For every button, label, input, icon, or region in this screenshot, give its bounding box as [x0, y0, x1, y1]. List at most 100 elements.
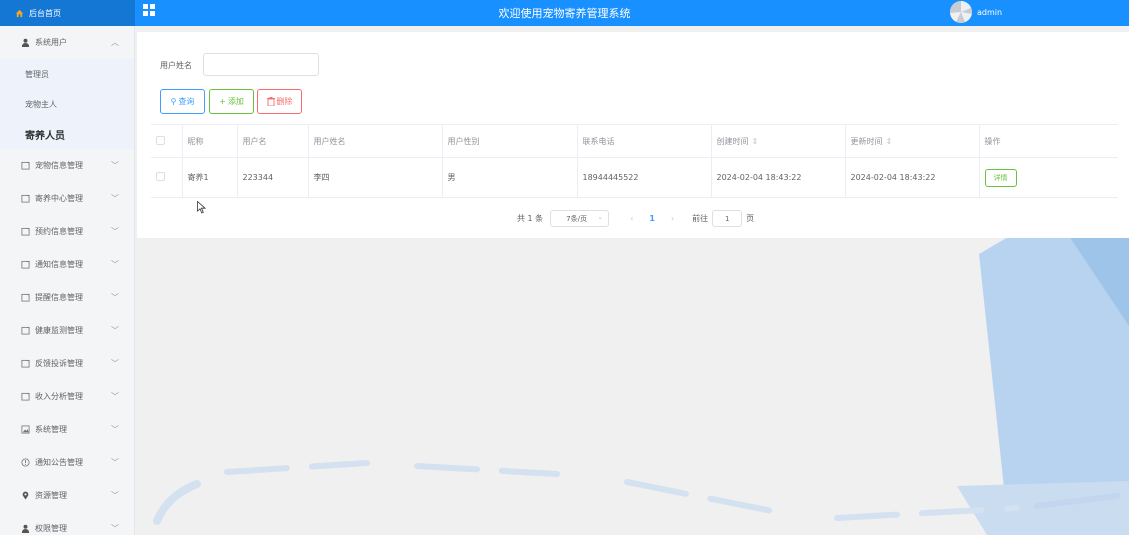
menu-group-label: 资源管理 — [35, 491, 67, 500]
row-select-cell — [151, 157, 183, 198]
column-header-updated[interactable]: 更新时间 ⇕ — [845, 124, 980, 158]
menu-group-resource[interactable]: 资源管理 ﹀ — [0, 479, 134, 512]
menu-group-label: 收入分析管理 — [35, 392, 83, 401]
chevron-down-icon: ﹀ — [111, 326, 119, 335]
location-icon — [22, 491, 29, 500]
page-suffix: 页 — [746, 214, 755, 223]
user-icon — [21, 38, 30, 47]
mouse-cursor-icon — [197, 201, 206, 214]
column-header: 操作 — [979, 124, 1118, 158]
sort-icon[interactable]: ⇕ — [752, 137, 759, 146]
sidebar-item-label: 宠物主人 — [25, 99, 57, 109]
page-size-select[interactable]: 7条/页 ⌄ — [550, 210, 610, 227]
column-header: 用户性别 — [442, 124, 578, 158]
info-icon — [21, 458, 30, 467]
chevron-down-icon: ﹀ — [111, 458, 119, 467]
sidebar: 系统用户 ︿ 管理员 宠物主人 寄养人员 宠物信息管理 ﹀ 寄养中心管理 ﹀ 预… — [0, 26, 135, 535]
pagination-total: 共 1 条 — [517, 214, 544, 223]
menu-group-label: 寄养中心管理 — [35, 194, 83, 203]
menu-group-appointment[interactable]: 预约信息管理 ﹀ — [0, 215, 134, 248]
doc-icon — [21, 359, 30, 368]
menu-group-pet-info[interactable]: 宠物信息管理 ﹀ — [0, 149, 134, 182]
chevron-down-icon: ﹀ — [111, 425, 119, 434]
cell-action: 详情 — [979, 157, 1118, 198]
column-header-created[interactable]: 创建时间 ⇕ — [711, 124, 846, 158]
plus-icon: + — [219, 97, 226, 106]
chevron-down-icon: ﹀ — [111, 359, 119, 368]
cell-phone: 18944445522 — [577, 157, 712, 198]
chevron-down-icon: ⌄ — [597, 213, 604, 221]
cell-realname: 李四 — [308, 157, 443, 198]
table-header-row: 昵称 用户名 用户姓名 用户性别 联系电话 创建时间 ⇕ 更新时间 ⇕ 操作 — [151, 124, 1118, 158]
data-table: 昵称 用户名 用户姓名 用户性别 联系电话 创建时间 ⇕ 更新时间 ⇕ 操作 寄养1… — [151, 124, 1118, 198]
delete-button-label: 删除 — [276, 97, 293, 106]
cell-nickname: 寄养1 — [182, 157, 238, 198]
cell-updated: 2024-02-04 18:43:22 — [845, 157, 980, 198]
detail-button[interactable]: 详情 — [984, 168, 1017, 187]
doc-icon — [21, 293, 30, 302]
menu-group-permission[interactable]: 权限管理 ﹀ — [0, 512, 134, 535]
menu-group-label: 提醒信息管理 — [35, 293, 83, 302]
goto-label: 前往 — [692, 214, 709, 223]
menu-group-label: 反馈投诉管理 — [35, 359, 83, 368]
row-checkbox[interactable] — [156, 172, 165, 181]
doc-icon — [21, 194, 30, 203]
sidebar-item-pet-owner[interactable]: 宠物主人 — [0, 89, 134, 119]
column-header: 用户名 — [237, 124, 309, 158]
menu-group-label: 权限管理 — [35, 524, 67, 533]
column-header: 用户姓名 — [308, 124, 443, 158]
goto-page-input[interactable]: 1 — [712, 210, 743, 227]
column-header: 联系电话 — [577, 124, 712, 158]
search-icon: ⚲ — [170, 97, 177, 106]
chevron-down-icon: ﹀ — [111, 524, 119, 533]
menu-group-notification[interactable]: 通知信息管理 ﹀ — [0, 248, 134, 281]
chevron-down-icon: ﹀ — [111, 161, 119, 170]
doc-icon — [21, 392, 30, 401]
avatar[interactable] — [950, 1, 972, 23]
menu-group-label: 系统用户 — [35, 38, 67, 47]
query-button-label: 查询 — [178, 97, 195, 106]
menu-group-system-users[interactable]: 系统用户 ︿ — [0, 26, 134, 59]
sidebar-item-label: 管理员 — [25, 69, 49, 79]
table-row: 寄养1 223344 李四 男 18944445522 2024-02-04 1… — [151, 157, 1118, 198]
delete-button[interactable]: 删除 — [257, 89, 302, 114]
select-all-checkbox[interactable] — [156, 135, 165, 145]
chevron-down-icon: ﹀ — [111, 491, 119, 500]
menu-group-announcement[interactable]: 通知公告管理 ﹀ — [0, 446, 134, 479]
image-icon — [21, 425, 30, 434]
query-button[interactable]: ⚲ 查询 — [160, 89, 205, 114]
chevron-up-icon: ︿ — [111, 38, 119, 47]
menu-group-system[interactable]: 系统管理 ﹀ — [0, 413, 134, 446]
search-input[interactable] — [203, 53, 319, 76]
sort-icon[interactable]: ⇕ — [886, 137, 893, 146]
prev-page-icon[interactable]: ‹ — [630, 214, 633, 223]
chevron-down-icon: ﹀ — [111, 260, 119, 269]
content-card: 用户姓名 ⚲ 查询 + 添加 删除 昵称 用户名 用户姓名 用户性别 联系电话 … — [137, 32, 1129, 238]
chevron-down-icon: ﹀ — [111, 194, 119, 203]
user-name[interactable]: admin — [977, 8, 1002, 17]
select-all-cell — [151, 124, 183, 158]
menu-group-label: 宠物信息管理 — [35, 161, 83, 170]
doc-icon — [21, 326, 30, 335]
sidebar-item-label: 寄养人员 — [25, 130, 65, 142]
column-header: 昵称 — [182, 124, 238, 158]
chevron-down-icon: ﹀ — [111, 293, 119, 302]
menu-group-income[interactable]: 收入分析管理 ﹀ — [0, 380, 134, 413]
next-page-icon[interactable]: › — [671, 214, 674, 223]
menu-group-health[interactable]: 健康监测管理 ﹀ — [0, 314, 134, 347]
add-button[interactable]: + 添加 — [209, 89, 254, 114]
column-header-label: 更新时间 — [850, 136, 883, 146]
chevron-down-icon: ﹀ — [111, 227, 119, 236]
sidebar-item-admin[interactable]: 管理员 — [0, 59, 134, 89]
menu-group-foster-center[interactable]: 寄养中心管理 ﹀ — [0, 182, 134, 215]
menu-group-label: 通知信息管理 — [35, 260, 83, 269]
pagination: 共 1 条 7条/页 ⌄ ‹ 1 › 前往 1 页 — [517, 210, 754, 227]
sidebar-item-foster-staff[interactable]: 寄养人员 — [0, 119, 134, 149]
menu-group-reminder[interactable]: 提醒信息管理 ﹀ — [0, 281, 134, 314]
current-page[interactable]: 1 — [649, 214, 655, 223]
cell-gender: 男 — [442, 157, 578, 198]
search-label: 用户姓名 — [160, 61, 192, 70]
menu-group-feedback[interactable]: 反馈投诉管理 ﹀ — [0, 347, 134, 380]
add-button-label: 添加 — [227, 97, 244, 106]
column-header-label: 创建时间 — [716, 136, 749, 146]
